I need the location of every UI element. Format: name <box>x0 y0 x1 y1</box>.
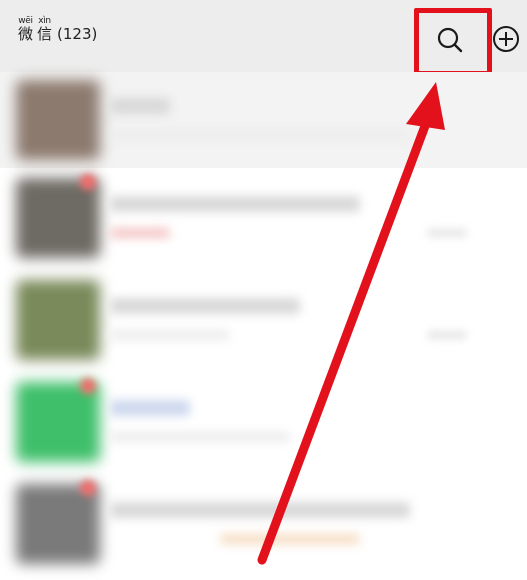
title-char: wēi 微 <box>18 16 33 43</box>
chat-row[interactable] <box>0 170 527 266</box>
unread-badge <box>80 378 96 394</box>
chat-name-blurred <box>110 502 410 518</box>
chat-row[interactable] <box>0 476 527 572</box>
chat-name-blurred <box>110 196 360 212</box>
avatar <box>16 80 100 160</box>
chat-row[interactable] <box>0 272 527 368</box>
unread-count: (123) <box>57 25 98 43</box>
avatar <box>16 178 100 258</box>
add-button[interactable] <box>489 22 523 56</box>
plus-circle-icon <box>493 26 519 52</box>
unread-badge <box>80 480 96 496</box>
chat-preview-blurred <box>110 130 410 140</box>
chat-name-blurred <box>110 98 170 114</box>
avatar <box>16 382 100 462</box>
unread-badge <box>80 174 96 190</box>
avatar <box>16 484 100 564</box>
chat-preview-blurred <box>220 534 360 544</box>
avatar <box>16 280 100 360</box>
chat-preview-blurred <box>110 330 230 340</box>
app-title: wēi 微 xìn 信 (123) <box>18 16 97 43</box>
title-char: xìn 信 <box>37 16 52 43</box>
chat-preview-blurred <box>110 432 290 442</box>
hanzi: 信 <box>37 25 53 43</box>
chat-time-blurred <box>427 330 467 340</box>
chat-name-blurred <box>110 298 300 314</box>
hanzi: 微 <box>18 25 34 43</box>
chat-row[interactable] <box>0 72 527 168</box>
chat-time-blurred <box>427 228 467 238</box>
chat-name-blurred <box>110 400 190 416</box>
search-highlight-box <box>414 8 492 76</box>
chat-list <box>0 72 527 580</box>
chat-preview-blurred <box>110 228 170 238</box>
chat-row[interactable] <box>0 374 527 470</box>
